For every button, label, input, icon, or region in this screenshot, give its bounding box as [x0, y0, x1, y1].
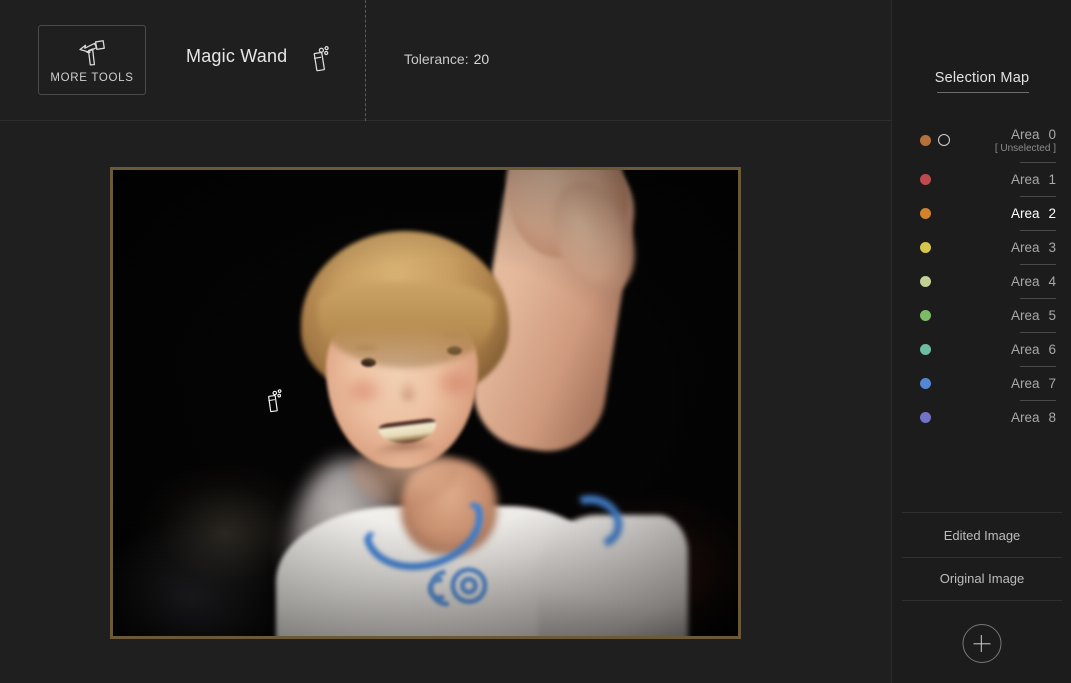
toolbar-divider [365, 0, 366, 121]
area-label-text: Area [1010, 307, 1040, 323]
panel-divider-bottom [902, 600, 1062, 601]
sidebar-title: Selection Map [934, 70, 1030, 86]
panel-divider-middle [902, 557, 1062, 558]
area-row-separator [1020, 400, 1056, 401]
area-color-dot[interactable] [920, 343, 931, 355]
add-area-button[interactable] [962, 624, 1001, 663]
area-name: Area 8 [1011, 410, 1056, 425]
area-row-separator [1020, 264, 1056, 265]
area-swatches[interactable] [920, 173, 931, 185]
area-color-dot[interactable] [920, 241, 931, 253]
area-color-dot[interactable] [920, 173, 931, 185]
area-swatches[interactable] [920, 241, 931, 253]
area-name: Area 1 [1011, 172, 1056, 187]
area-row-0[interactable]: Area 0[ Unselected ] [892, 118, 1071, 162]
area-labels: Area 6 [1011, 342, 1056, 357]
area-labels: Area 8 [1011, 410, 1056, 425]
edited-image-frame[interactable] [110, 167, 741, 639]
area-name: Area 2 [1011, 206, 1056, 221]
area-color-dot[interactable] [920, 207, 931, 219]
area-labels: Area 0[ Unselected ] [995, 127, 1056, 154]
area-swatches[interactable] [920, 134, 950, 146]
area-row-5[interactable]: Area 5 [892, 298, 1071, 332]
area-index-text: 3 [1048, 239, 1056, 255]
area-index-text: 8 [1048, 409, 1056, 425]
area-color-dot[interactable] [920, 377, 931, 389]
area-label-text: Area [1010, 341, 1040, 357]
area-status-text: [ Unselected ] [994, 142, 1056, 154]
area-index-text: 2 [1048, 205, 1056, 221]
more-tools-button[interactable]: MORE TOOLS [38, 25, 146, 95]
area-label-text: Area [1010, 126, 1040, 142]
area-labels: Area 4 [1011, 274, 1056, 289]
area-label-text: Area [1010, 205, 1040, 221]
area-swatches[interactable] [920, 275, 931, 287]
tolerance-value: 20 [473, 51, 490, 67]
area-color-dot[interactable] [920, 134, 931, 146]
area-name: Area 5 [1011, 308, 1056, 323]
area-row-separator [1020, 230, 1056, 231]
area-name: Area 3 [1011, 240, 1056, 255]
area-name: Area 6 [1011, 342, 1056, 357]
area-label-text: Area [1010, 409, 1040, 425]
area-name: Area 4 [1011, 274, 1056, 289]
area-name: Area 7 [1011, 376, 1056, 391]
area-row-separator [1020, 196, 1056, 197]
area-row-separator [1020, 298, 1056, 299]
top-toolbar: MORE TOOLS Magic Wand Tolerance: 20 [0, 0, 891, 121]
area-row-3[interactable]: Area 3 [892, 230, 1071, 264]
area-index-text: 1 [1048, 171, 1056, 187]
area-swatches[interactable] [920, 411, 931, 423]
area-row-separator [1020, 332, 1056, 333]
area-swatches[interactable] [920, 343, 931, 355]
area-color-dot[interactable] [920, 275, 931, 287]
tolerance-label: Tolerance: [404, 51, 469, 67]
area-list: Area 0[ Unselected ] Area 1 Area 2 Area 3 Area 4 A… [892, 118, 1071, 434]
area-color-dot[interactable] [920, 411, 931, 423]
hammer-icon [75, 37, 109, 69]
area-swatches[interactable] [920, 309, 931, 321]
area-swatches[interactable] [920, 377, 931, 389]
active-tool-title: Magic Wand [186, 46, 288, 66]
area-labels: Area 5 [1011, 308, 1056, 323]
area-row-separator [1020, 366, 1056, 367]
area-label-text: Area [1010, 171, 1040, 187]
area-name: Area 0 [995, 127, 1056, 142]
original-image-button[interactable]: Original Image [892, 571, 1071, 586]
area-row-separator [1020, 162, 1056, 163]
area-index-text: 4 [1048, 273, 1056, 289]
sidebar-title-underline [937, 92, 1029, 93]
area-row-8[interactable]: Area 8 [892, 400, 1071, 434]
panel-divider-top [902, 512, 1062, 513]
area-row-1[interactable]: Area 1 [892, 162, 1071, 196]
selection-map-sidebar: Selection Map Area 0[ Unselected ] Area 1 Ar… [891, 0, 1071, 683]
more-tools-label: MORE TOOLS [50, 71, 134, 84]
magic-wand-icon [309, 44, 333, 74]
area-index-text: 0 [1048, 126, 1056, 142]
area-color-dot[interactable] [920, 309, 931, 321]
area-row-7[interactable]: Area 7 [892, 366, 1071, 400]
app-root: MORE TOOLS Magic Wand Tolerance: 20 Sele… [0, 0, 1071, 683]
area-labels: Area 7 [1011, 376, 1056, 391]
area-row-6[interactable]: Area 6 [892, 332, 1071, 366]
area-row-4[interactable]: Area 4 [892, 264, 1071, 298]
area-index-text: 6 [1048, 341, 1056, 357]
area-labels: Area 1 [1011, 172, 1056, 187]
area-labels: Area 3 [1011, 240, 1056, 255]
area-index-text: 5 [1048, 307, 1056, 323]
area-label-text: Area [1010, 239, 1040, 255]
tolerance-control[interactable]: Tolerance: 20 [404, 51, 489, 67]
area-index-text: 7 [1048, 375, 1056, 391]
area-label-text: Area [1010, 273, 1040, 289]
canvas-area[interactable] [0, 121, 891, 683]
photo-image[interactable] [113, 170, 738, 636]
area-unselected-ring-icon[interactable] [938, 134, 950, 146]
edited-image-button[interactable]: Edited Image [892, 528, 1071, 543]
area-label-text: Area [1010, 375, 1040, 391]
area-swatches[interactable] [920, 207, 931, 219]
area-labels: Area 2 [1011, 206, 1056, 221]
photo-grain [113, 170, 738, 636]
area-row-2[interactable]: Area 2 [892, 196, 1071, 230]
